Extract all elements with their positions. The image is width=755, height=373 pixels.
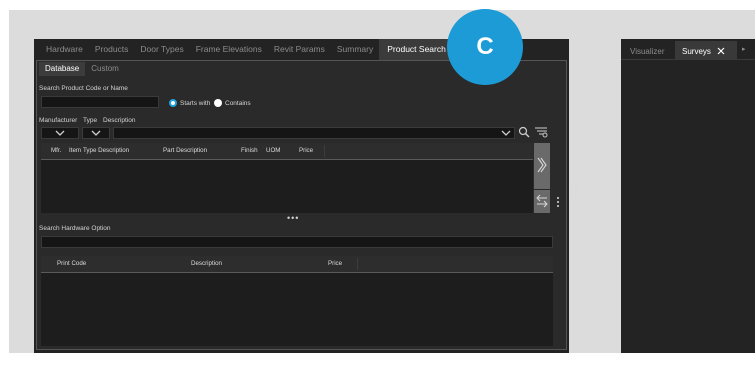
column-description[interactable]: Description [191, 260, 222, 267]
tab-product-search[interactable]: Product Search [379, 39, 454, 60]
search-product-label: Search Product Code or Name [39, 85, 128, 92]
horizontal-dots-icon[interactable]: ••• [287, 214, 307, 223]
contains-label: Contains [225, 100, 251, 107]
description-dropdown[interactable] [113, 127, 515, 139]
column-type-description[interactable]: Type Description [83, 147, 129, 154]
subtab-custom[interactable]: Custom [85, 62, 125, 76]
column-separator [357, 258, 358, 270]
search-hardware-label: Search Hardware Option [39, 225, 111, 232]
description-label: Description [103, 117, 136, 124]
chevron-down-icon [55, 130, 65, 136]
chevron-down-icon [501, 130, 511, 136]
hardware-table-header: Print Code Description Price [41, 256, 553, 273]
column-price[interactable]: Price [328, 260, 342, 267]
filter-clear-icon[interactable] [534, 126, 548, 138]
column-uom[interactable]: UOM [266, 147, 280, 154]
column-price[interactable]: Price [299, 147, 313, 154]
swap-button[interactable] [534, 190, 550, 213]
tab-visualizer[interactable]: Visualizer [630, 47, 665, 56]
column-separator [324, 145, 325, 157]
step-badge: C [447, 9, 523, 85]
swap-arrows-icon [536, 194, 548, 208]
close-icon[interactable] [717, 47, 725, 55]
column-part-description[interactable]: Part Description [163, 147, 207, 154]
tab-surveys-label: Surveys [682, 47, 711, 56]
hardware-options-table[interactable]: Print Code Description Price [41, 256, 553, 346]
product-results-table[interactable]: Mfr. Item Type Description Part Descript… [41, 143, 533, 213]
column-finish[interactable]: Finish [241, 147, 258, 154]
tab-hardware[interactable]: Hardware [34, 39, 89, 60]
right-dock-panel [621, 39, 755, 353]
column-print-code[interactable]: Print Code [57, 260, 86, 267]
search-icon[interactable] [518, 126, 530, 138]
sub-tab-bar: Database Custom [39, 62, 125, 76]
right-panel-divider [621, 59, 755, 60]
tab-revit-params[interactable]: Revit Params [268, 39, 331, 60]
starts-with-radio[interactable] [169, 99, 177, 107]
double-chevron-right-icon [537, 157, 547, 173]
tab-frame-elevations[interactable]: Frame Elevations [190, 39, 268, 60]
starts-with-label: Starts with [180, 100, 211, 107]
vertical-dots-icon[interactable] [555, 195, 561, 209]
manufacturer-dropdown[interactable] [41, 127, 79, 139]
search-hardware-input[interactable] [41, 236, 553, 248]
tab-content: Database Custom Search Product Code or N… [36, 60, 567, 350]
chevron-down-icon [91, 130, 101, 136]
chevron-right-icon[interactable]: ▸ [742, 45, 746, 53]
vertical-dots-icon[interactable] [572, 184, 580, 198]
type-dropdown[interactable] [82, 127, 110, 139]
tab-products[interactable]: Products [89, 39, 135, 60]
add-to-selection-button[interactable] [534, 143, 550, 189]
tab-surveys[interactable]: Surveys [675, 41, 737, 59]
search-product-input[interactable] [41, 96, 159, 108]
tab-summary[interactable]: Summary [331, 39, 379, 60]
product-search-panel: Hardware Products Door Types Frame Eleva… [34, 39, 569, 353]
tab-door-types[interactable]: Door Types [134, 39, 189, 60]
column-mfr[interactable]: Mfr. [51, 147, 61, 154]
subtab-database[interactable]: Database [39, 62, 86, 76]
manufacturer-label: Manufacturer [39, 117, 78, 124]
contains-radio[interactable] [214, 99, 222, 107]
product-table-header: Mfr. Item Type Description Part Descript… [41, 143, 533, 160]
type-label: Type [83, 117, 98, 124]
main-tab-bar: Hardware Products Door Types Frame Eleva… [34, 39, 454, 60]
column-item[interactable]: Item [69, 147, 81, 154]
